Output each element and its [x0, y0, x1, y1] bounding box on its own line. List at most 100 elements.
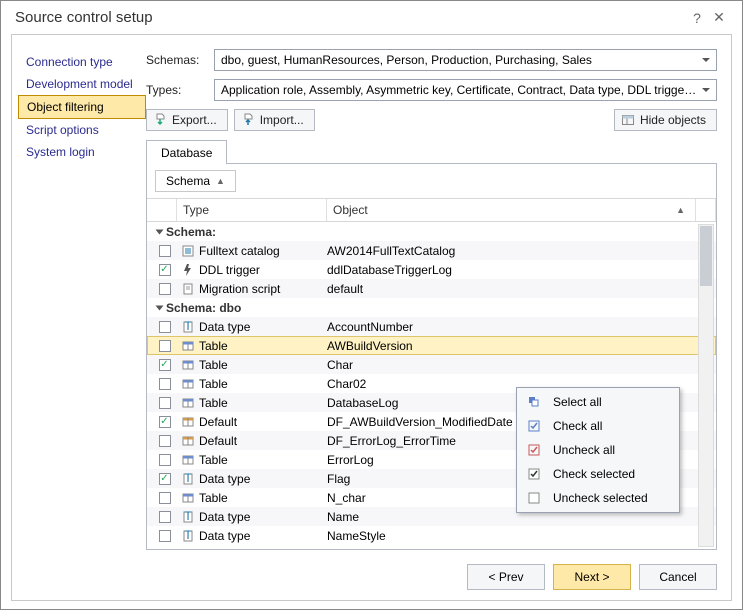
- hide-objects-button[interactable]: Hide objects: [614, 109, 717, 131]
- dialog-title: Source control setup: [15, 9, 686, 26]
- menu-check-selected[interactable]: Check selected: [519, 462, 677, 486]
- import-button[interactable]: Import...: [234, 109, 315, 131]
- prev-button[interactable]: < Prev: [467, 564, 545, 590]
- next-button[interactable]: Next >: [553, 564, 631, 590]
- row-checkbox[interactable]: [159, 435, 171, 447]
- row-checkbox[interactable]: ✓: [159, 473, 171, 485]
- row-object: default: [327, 282, 716, 296]
- row-checkbox-cell: [152, 435, 177, 447]
- menu-select-all[interactable]: Select all: [519, 390, 677, 414]
- sidebar-item-connection-type[interactable]: Connection type: [12, 51, 146, 73]
- group-by-schema-pill[interactable]: Schema ▲: [155, 170, 236, 192]
- row-type-icon: [177, 491, 199, 505]
- table-row[interactable]: TData typeAccountNumber: [147, 317, 716, 336]
- row-object: AW2014FullTextCatalog: [327, 244, 716, 258]
- sort-asc-icon: ▲: [216, 176, 225, 186]
- sidebar-item-system-login[interactable]: System login: [12, 141, 146, 163]
- row-type: Table: [199, 491, 327, 505]
- dialog-footer: < Prev Next > Cancel: [12, 554, 731, 600]
- svg-text:T: T: [184, 510, 192, 523]
- table-row[interactable]: ✓TableChar: [147, 355, 716, 374]
- header-scroll-spacer: [696, 199, 716, 221]
- sidebar-item-script-options[interactable]: Script options: [12, 119, 146, 141]
- header-checkbox-col[interactable]: [147, 199, 177, 221]
- row-type-icon: [177, 358, 199, 372]
- row-checkbox-cell: ✓: [152, 473, 177, 485]
- sort-asc-icon: ▲: [676, 205, 685, 215]
- export-icon: [153, 113, 167, 127]
- row-checkbox[interactable]: ✓: [159, 359, 171, 371]
- sidebar-item-object-filtering[interactable]: Object filtering: [18, 95, 146, 119]
- schemas-dropdown[interactable]: dbo, guest, HumanResources, Person, Prod…: [214, 49, 717, 71]
- schema-group-header[interactable]: Schema: dbo: [147, 298, 716, 317]
- row-type: Table: [199, 377, 327, 391]
- export-label: Export...: [172, 113, 217, 127]
- row-checkbox[interactable]: ✓: [159, 264, 171, 276]
- table-row[interactable]: T Data typeNameStyle: [147, 526, 716, 545]
- row-type: Default: [199, 434, 327, 448]
- row-type-icon: [177, 377, 199, 391]
- menu-check-all[interactable]: Check all: [519, 414, 677, 438]
- table-row[interactable]: Migration scriptdefault: [147, 279, 716, 298]
- row-checkbox-cell: [152, 511, 177, 523]
- toolbar: Export... Import... Hide objects: [146, 109, 717, 131]
- table-row[interactable]: TableAWBuildVersion: [147, 336, 716, 355]
- row-checkbox[interactable]: [159, 378, 171, 390]
- select-all-icon: [525, 394, 543, 410]
- sidebar-item-development-model[interactable]: Development model: [12, 73, 146, 95]
- row-checkbox[interactable]: [159, 511, 171, 523]
- main-panel: Schemas: dbo, guest, HumanResources, Per…: [146, 49, 717, 550]
- row-type: Data type: [199, 529, 327, 543]
- row-checkbox[interactable]: [159, 530, 171, 542]
- check-selected-icon: [525, 466, 543, 482]
- svg-text:T: T: [184, 472, 192, 485]
- row-type-icon: [177, 244, 199, 258]
- vertical-scrollbar[interactable]: [698, 224, 714, 547]
- tab-database[interactable]: Database: [146, 140, 227, 164]
- grid-body[interactable]: Schema:Fulltext catalogAW2014FullTextCat…: [147, 222, 716, 549]
- row-checkbox[interactable]: [159, 454, 171, 466]
- content-area: Connection type Development model Object…: [12, 35, 731, 554]
- row-object: NameStyle: [327, 529, 716, 543]
- row-checkbox-cell: [152, 530, 177, 542]
- menu-uncheck-all[interactable]: Uncheck all: [519, 438, 677, 462]
- row-checkbox[interactable]: [159, 397, 171, 409]
- menu-uncheck-selected[interactable]: Uncheck selected: [519, 486, 677, 510]
- row-object: Char: [327, 358, 716, 372]
- header-type[interactable]: Type: [177, 199, 327, 221]
- dialog-body: Connection type Development model Object…: [11, 34, 732, 601]
- import-label: Import...: [260, 113, 304, 127]
- row-checkbox[interactable]: [159, 492, 171, 504]
- types-row: Types: Application role, Assembly, Asymm…: [146, 79, 717, 101]
- export-button[interactable]: Export...: [146, 109, 228, 131]
- row-type-icon: [177, 339, 199, 353]
- row-checkbox[interactable]: [159, 340, 171, 352]
- close-button[interactable]: ✕: [708, 9, 730, 26]
- row-type: Migration script: [199, 282, 327, 296]
- table-row[interactable]: ✓DDL triggerddlDatabaseTriggerLog: [147, 260, 716, 279]
- check-all-icon: [525, 418, 543, 434]
- scroll-thumb[interactable]: [700, 226, 712, 286]
- row-type-icon: [177, 415, 199, 429]
- import-icon: [241, 113, 255, 127]
- svg-text:T: T: [184, 529, 192, 542]
- row-checkbox[interactable]: [159, 245, 171, 257]
- hide-label: Hide objects: [640, 113, 706, 127]
- table-row[interactable]: Fulltext catalogAW2014FullTextCatalog: [147, 241, 716, 260]
- uncheck-selected-icon: [525, 490, 543, 506]
- row-checkbox[interactable]: [159, 321, 171, 333]
- row-type-icon: [177, 434, 199, 448]
- row-checkbox[interactable]: [159, 283, 171, 295]
- help-button[interactable]: ?: [686, 10, 708, 26]
- row-type-icon: T: [177, 510, 199, 524]
- row-checkbox-cell: ✓: [152, 359, 177, 371]
- expand-icon: [156, 305, 164, 310]
- cancel-button[interactable]: Cancel: [639, 564, 717, 590]
- row-type-icon: [177, 282, 199, 296]
- schema-group-header[interactable]: Schema:: [147, 222, 716, 241]
- header-object[interactable]: Object ▲: [327, 199, 696, 221]
- row-type: Table: [199, 339, 327, 353]
- row-checkbox[interactable]: ✓: [159, 416, 171, 428]
- types-dropdown[interactable]: Application role, Assembly, Asymmetric k…: [214, 79, 717, 101]
- row-type: Fulltext catalog: [199, 244, 327, 258]
